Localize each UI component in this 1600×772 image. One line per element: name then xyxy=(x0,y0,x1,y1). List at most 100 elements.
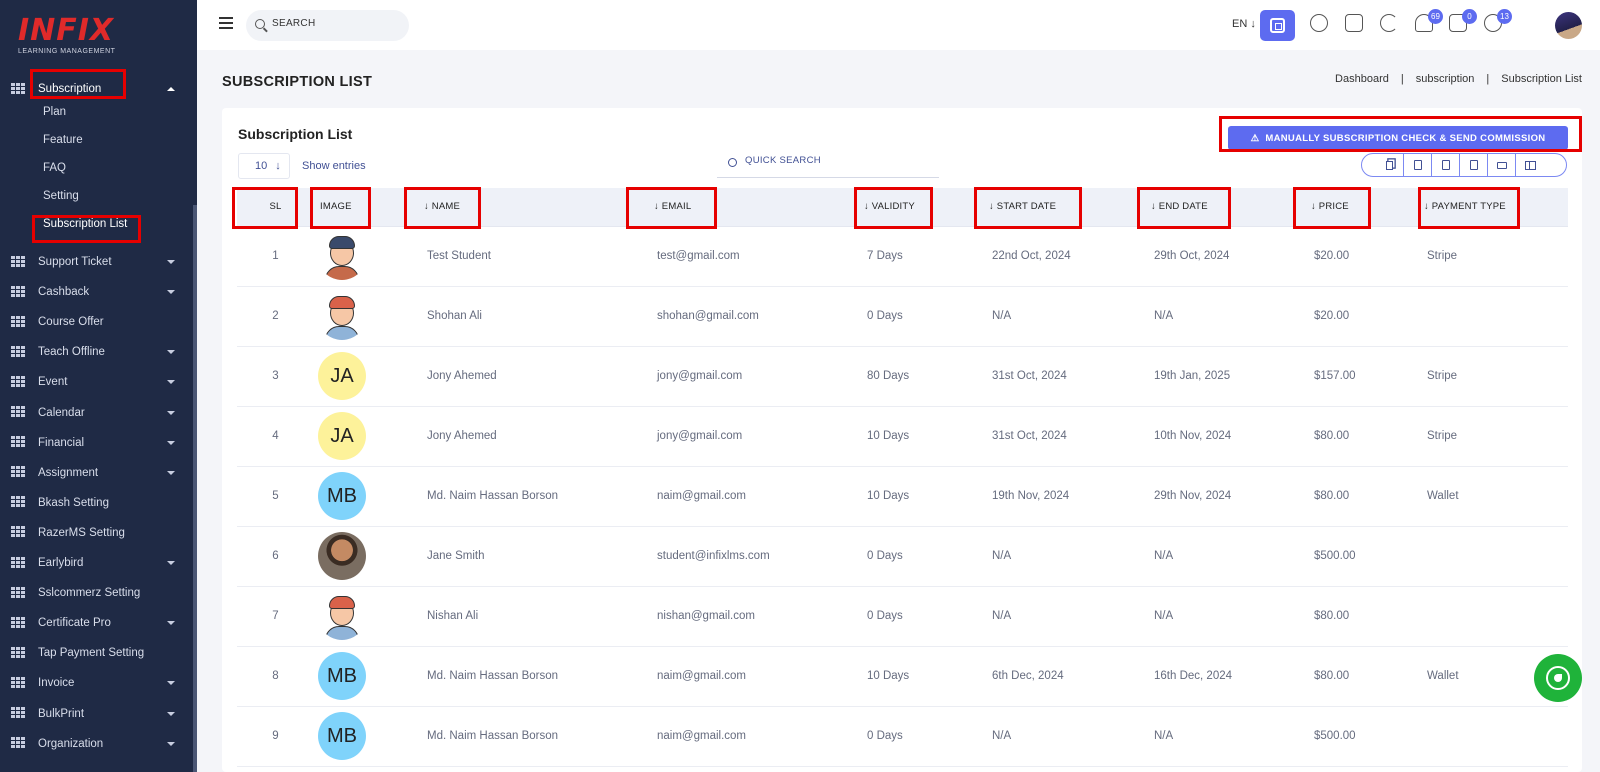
show-entries-label: Show entries xyxy=(302,160,366,172)
menu-icon[interactable] xyxy=(219,17,233,29)
quick-search[interactable] xyxy=(717,148,939,178)
column-label: EMAIL xyxy=(661,201,692,213)
csv-button[interactable] xyxy=(1432,154,1460,176)
sidebar-subitem-faq[interactable]: FAQ xyxy=(43,162,66,174)
column-header-end-date[interactable]: ↓ END DATE xyxy=(1151,188,1311,227)
moon-icon[interactable] xyxy=(1380,14,1402,36)
button-label: MANUALLY SUBSCRIPTION CHECK & SEND COMMI… xyxy=(1265,132,1546,144)
whatsapp-chat-icon[interactable]: 13 xyxy=(1484,9,1512,36)
search-icon xyxy=(255,19,265,29)
cell-start: N/A xyxy=(989,706,1151,767)
column-header-image[interactable]: IMAGE xyxy=(314,188,424,227)
sidebar-scrollbar[interactable] xyxy=(193,205,197,772)
column-header-price[interactable]: ↓ PRICE xyxy=(1311,188,1424,227)
sidebar-item-sslcommerz-setting[interactable]: Sslcommerz Setting xyxy=(0,579,193,607)
caret-down-icon xyxy=(167,380,175,385)
subscription-card: Subscription List ⚠ MANUALLY SUBSCRIPTIO… xyxy=(222,108,1582,772)
cell-price: $157.00 xyxy=(1311,346,1424,407)
copy-button[interactable] xyxy=(1376,154,1404,176)
sidebar-item-subscription[interactable]: Subscription xyxy=(0,75,193,103)
sidebar-item-support-ticket[interactable]: Support Ticket xyxy=(0,248,193,276)
breadcrumb-subscription[interactable]: subscription xyxy=(1416,73,1475,85)
cell-price: $80.00 xyxy=(1311,466,1424,527)
column-label: PRICE xyxy=(1318,201,1349,213)
sidebar-item-label: Teach Offline xyxy=(38,346,105,359)
grid-icon xyxy=(11,375,26,389)
excel-file-icon xyxy=(1413,160,1422,170)
breadcrumb: Dashboard | subscription | Subscription … xyxy=(1335,73,1582,85)
sidebar-subitem-plan[interactable]: Plan xyxy=(43,106,66,118)
column-header-start-date[interactable]: ↓ START DATE xyxy=(989,188,1151,227)
print-button[interactable] xyxy=(1488,154,1516,176)
sidebar-item-label: Course Offer xyxy=(38,316,104,329)
avatar xyxy=(318,532,366,580)
sidebar-item-invoice[interactable]: Invoice xyxy=(0,669,193,697)
sidebar-item-bkash-setting[interactable]: Bkash Setting xyxy=(0,489,193,517)
column-header-validity[interactable]: ↓ VALIDITY xyxy=(864,188,989,227)
bell-icon[interactable]: 69 xyxy=(1415,9,1443,36)
excel-button[interactable] xyxy=(1404,154,1432,176)
grid-icon xyxy=(11,406,26,419)
sidebar-item-certificate-pro[interactable]: Certificate Pro xyxy=(0,609,193,637)
sidebar-item-cashback[interactable]: Cashback xyxy=(0,278,193,306)
breadcrumb-dashboard[interactable]: Dashboard xyxy=(1335,73,1389,85)
globe-icon[interactable] xyxy=(1310,14,1332,36)
table-row: 5 MB Md. Naim Hassan Borson naim@gmail.com 1… xyxy=(237,466,1568,527)
cell-payment: Stripe xyxy=(1424,226,1568,287)
column-header-name[interactable]: ↓ NAME xyxy=(424,188,654,227)
message-icon[interactable]: 0 xyxy=(1449,9,1477,36)
cell-name: Md. Naim Hassan Borson xyxy=(424,646,654,707)
sidebar-item-event[interactable]: Event xyxy=(0,368,193,396)
whatsapp-button[interactable] xyxy=(1534,654,1582,702)
table-row: 8 MB Md. Naim Hassan Borson naim@gmail.com 1… xyxy=(237,646,1568,707)
print-icon xyxy=(1496,161,1507,169)
sidebar-item-teach-offline[interactable]: Teach Offline xyxy=(0,338,193,366)
manual-subscription-check-button[interactable]: ⚠ MANUALLY SUBSCRIPTION CHECK & SEND COM… xyxy=(1228,126,1568,150)
entries-select[interactable]: 10 ↓ xyxy=(238,153,290,179)
grid-icon xyxy=(11,526,26,539)
cell-start: 31st Oct, 2024 xyxy=(989,406,1151,467)
column-label: SL xyxy=(269,201,282,213)
sidebar-item-calendar[interactable]: Calendar xyxy=(0,399,193,427)
column-visibility-button[interactable] xyxy=(1516,154,1544,176)
avatar-initials: JA xyxy=(330,364,354,387)
table-row: 9 MB Md. Naim Hassan Borson naim@gmail.com 0… xyxy=(237,706,1568,767)
column-header-payment-type[interactable]: ↓ PAYMENT TYPE xyxy=(1424,188,1568,227)
avatar: MB xyxy=(318,652,366,700)
notifications-badge: 69 xyxy=(1428,9,1443,24)
sidebar-item-label: Organization xyxy=(38,737,104,750)
layout-icon[interactable] xyxy=(1345,14,1367,36)
sort-arrow-icon: ↓ xyxy=(1424,201,1432,213)
export-buttons xyxy=(1361,153,1567,177)
column-header-email[interactable]: ↓ EMAIL xyxy=(654,188,864,227)
cell-email: jony@gmail.com xyxy=(654,346,864,407)
user-avatar[interactable] xyxy=(1555,12,1582,39)
sidebar-item-earlybird[interactable]: Earlybird xyxy=(0,549,193,577)
sidebar-item-tap-payment-setting[interactable]: Tap Payment Setting xyxy=(0,639,193,667)
sidebar-item-label: Support Ticket xyxy=(38,256,112,268)
pdf-button[interactable] xyxy=(1460,154,1488,176)
logo[interactable]: INFIX LEARNING MANAGEMENT xyxy=(18,16,115,56)
sidebar-item-label: Financial xyxy=(38,436,85,449)
quick-search-input[interactable] xyxy=(745,155,925,166)
caret-down-icon xyxy=(167,470,175,475)
language-selector[interactable]: EN ↓ xyxy=(1232,18,1256,30)
grid-icon xyxy=(11,285,26,299)
sidebar-item-course-offer[interactable]: Course Offer xyxy=(0,308,193,336)
search-input[interactable] xyxy=(272,18,402,29)
pdf-file-icon xyxy=(1469,160,1478,170)
sidebar-subitem-feature[interactable]: Feature xyxy=(43,134,83,146)
chat-badge: 13 xyxy=(1497,9,1512,24)
sidebar-subitem-setting[interactable]: Setting xyxy=(43,190,79,202)
sidebar-item-razerms-setting[interactable]: RazerMS Setting xyxy=(0,519,193,547)
sidebar-item-assignment[interactable]: Assignment xyxy=(0,459,193,487)
search-box[interactable] xyxy=(246,10,409,41)
grid-icon xyxy=(11,255,26,269)
sidebar-item-financial[interactable]: Financial xyxy=(0,429,193,457)
sidebar-subitem-subscription-list[interactable]: Subscription List xyxy=(43,218,127,230)
sidebar-item-bulkprint[interactable]: BulkPrint xyxy=(0,700,193,728)
cpu-button[interactable] xyxy=(1260,10,1295,41)
sidebar-item-organization[interactable]: Organization xyxy=(0,730,193,758)
column-header-sl[interactable]: SL xyxy=(237,188,314,227)
cell-validity: 0 Days xyxy=(864,586,989,647)
